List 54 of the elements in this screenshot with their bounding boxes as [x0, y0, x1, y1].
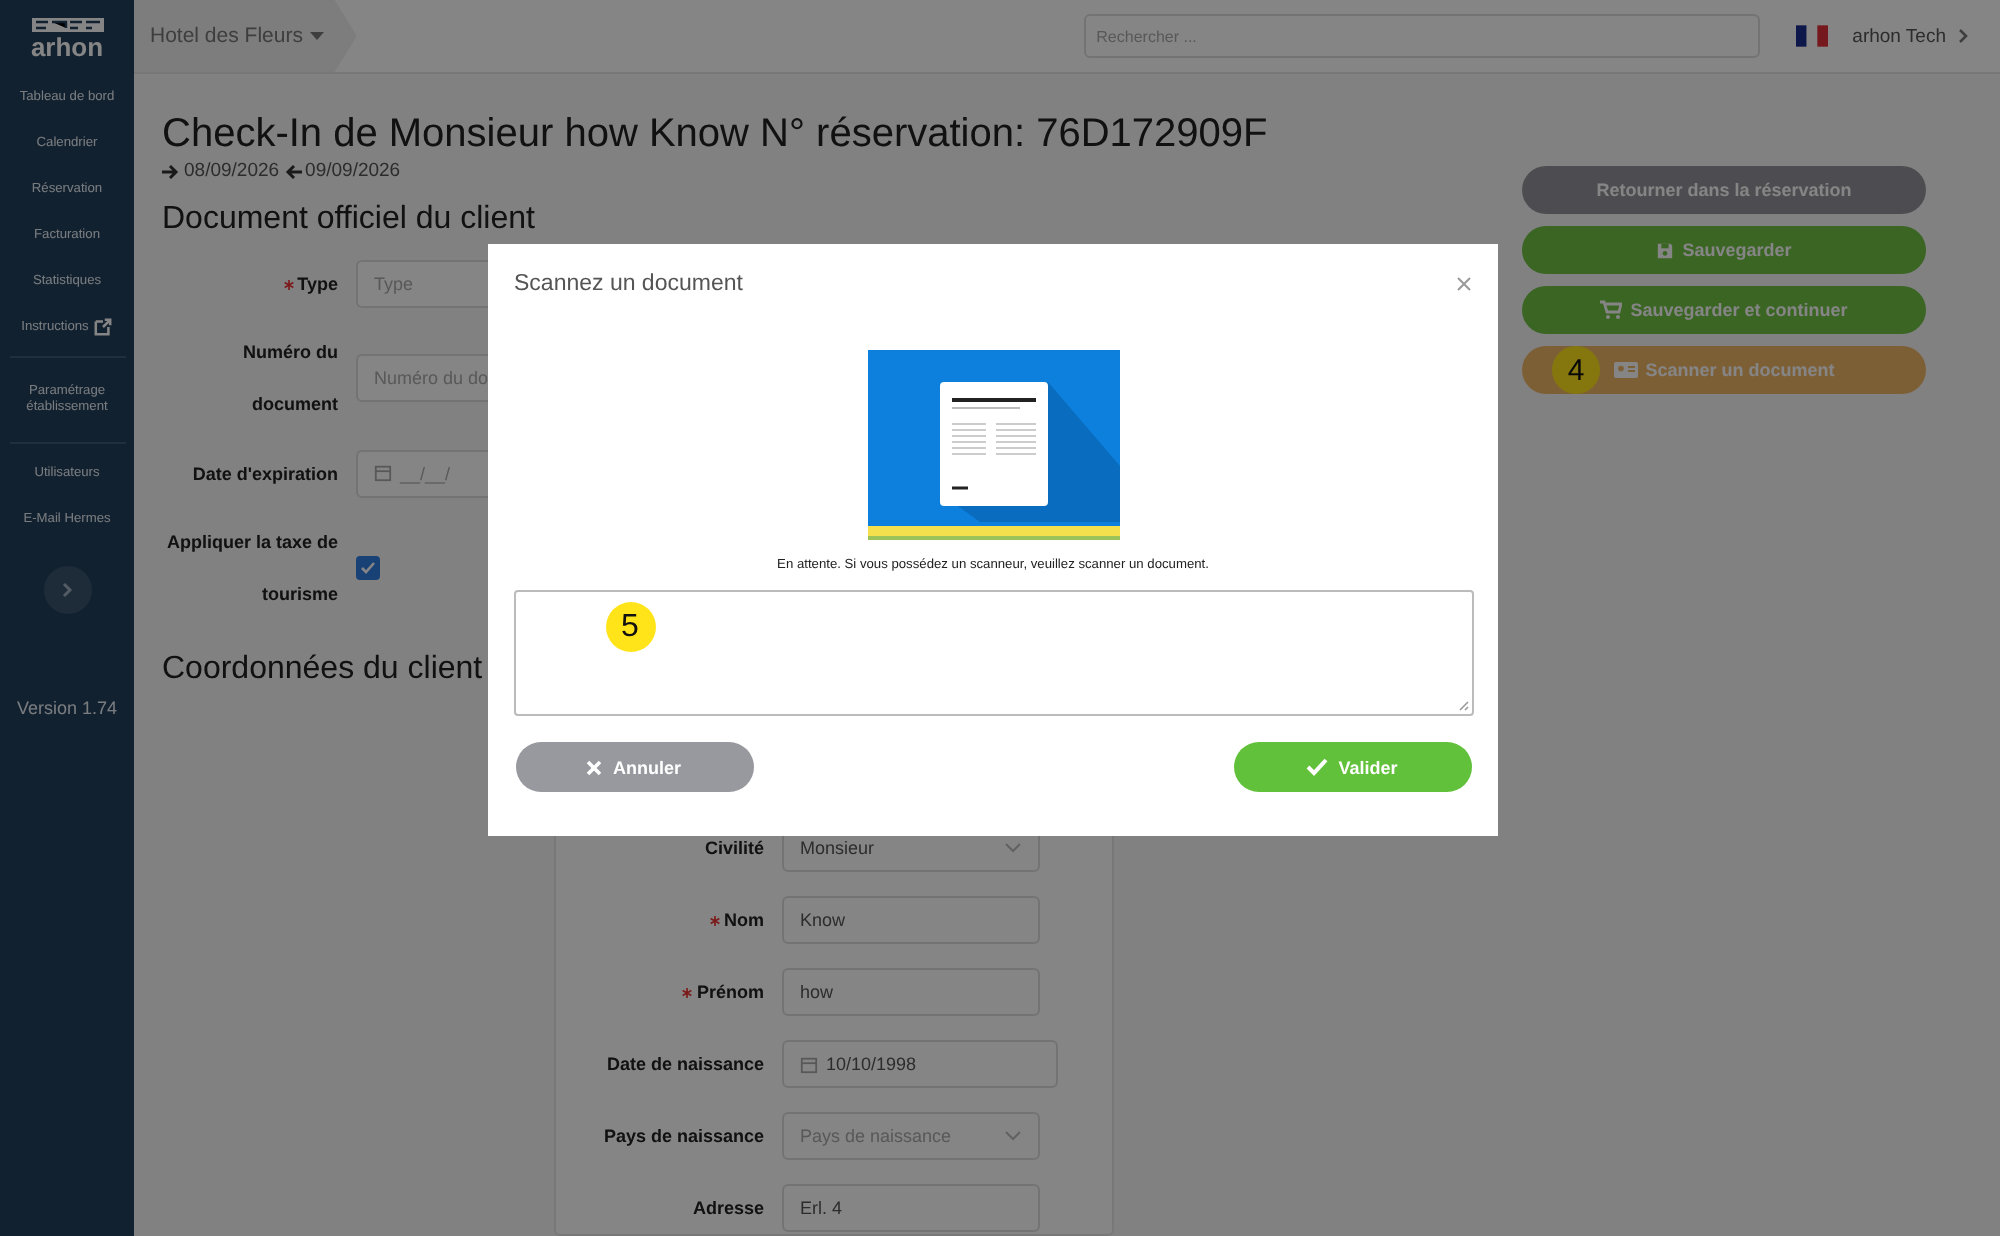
- chevron-right-icon: [61, 582, 73, 598]
- field-label: Adresse: [692, 1196, 764, 1222]
- step-marker: 4: [1552, 346, 1600, 394]
- field-label: Civilité: [704, 836, 764, 862]
- chevron-down-icon: [1004, 1130, 1022, 1142]
- date-field[interactable]: 10/10/1998: [782, 1040, 1058, 1088]
- close-button[interactable]: [1456, 276, 1472, 292]
- field-label: Numéro du document: [240, 340, 338, 419]
- checkbox[interactable]: [356, 555, 380, 580]
- user-menu[interactable]: arhon Tech: [1852, 25, 1946, 47]
- modal-button[interactable]: Valider: [1233, 742, 1471, 792]
- expand-sidebar-button[interactable]: [43, 566, 91, 614]
- text-field[interactable]: how: [782, 968, 1040, 1016]
- field-label: Nom: [724, 908, 764, 934]
- resize-grip-icon[interactable]: [1457, 700, 1469, 712]
- arrival-date: 08/09/2026: [184, 160, 280, 182]
- close-icon: [1456, 276, 1472, 292]
- logo-mark-icon: [31, 18, 103, 32]
- chevron-right-icon[interactable]: [1958, 28, 1968, 44]
- field-label: Date de naissance: [606, 1052, 764, 1078]
- section-heading: Document officiel du client: [162, 202, 535, 238]
- required-asterisk-icon: [283, 279, 294, 289]
- field-label: Appliquer la taxe de tourisme: [164, 529, 338, 608]
- caret-icon: [310, 32, 325, 40]
- external-link-icon: [94, 318, 113, 336]
- scan-text-area[interactable]: 5: [513, 590, 1473, 716]
- field-label: Prénom: [696, 980, 764, 1006]
- step-marker: 5: [605, 602, 655, 652]
- close-icon: [586, 759, 603, 775]
- action-button[interactable]: 4 Scanner un document: [1522, 346, 1926, 394]
- check-icon: [1306, 758, 1329, 776]
- field-label: Type: [297, 272, 338, 298]
- dialog-title: Scannez un document: [514, 272, 745, 296]
- calendar-icon: [800, 1055, 818, 1073]
- field-label: Date d'expiration: [192, 461, 338, 488]
- id-card-icon: [1613, 362, 1638, 378]
- page-title: Check-In de Monsieur how Know N° réservation: 76D172909F: [162, 112, 1270, 156]
- required-asterisk-icon: [710, 915, 720, 925]
- arrow-left-icon: [283, 163, 302, 179]
- required-asterisk-icon: [682, 987, 693, 997]
- departure-date: 09/09/2026: [305, 160, 401, 182]
- chevron-down-icon: [1004, 842, 1022, 854]
- cart-icon: [1600, 300, 1623, 320]
- brand-name: arhon: [30, 34, 104, 60]
- text-field[interactable]: Erl. 4: [782, 1184, 1040, 1232]
- section-heading: Coordonnées du client: [162, 652, 483, 688]
- modal-button[interactable]: Annuler: [515, 742, 753, 792]
- flag-icon[interactable]: [1796, 24, 1829, 48]
- field-label: Pays de naissance: [603, 1124, 764, 1150]
- version-label: Version 1.74: [16, 698, 118, 718]
- text-field[interactable]: Know: [782, 896, 1040, 944]
- arrow-right-icon: [162, 163, 180, 179]
- hotel-selector[interactable]: Hotel des Fleurs: [134, 0, 357, 72]
- calendar-icon: [374, 464, 392, 482]
